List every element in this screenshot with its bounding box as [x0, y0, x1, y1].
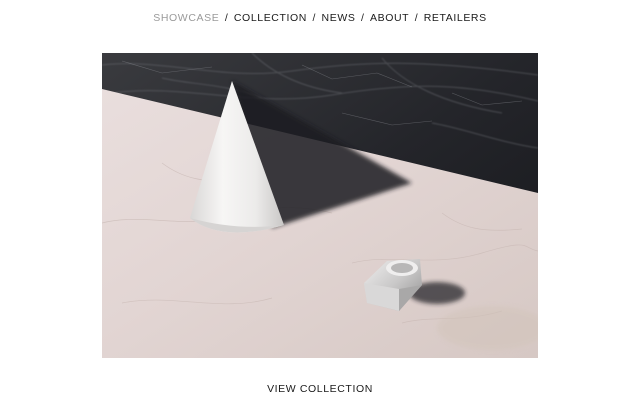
hero-image-link[interactable] — [102, 53, 538, 358]
nav-item-news[interactable]: NEWS — [322, 12, 356, 24]
nav-item-about[interactable]: ABOUT — [370, 12, 409, 24]
cta-container: VIEW COLLECTION — [0, 383, 640, 395]
main-navigation: SHOWCASE / COLLECTION / NEWS / ABOUT / R… — [0, 12, 640, 24]
nav-item-retailers[interactable]: RETAILERS — [424, 12, 487, 24]
hero-photo — [102, 53, 538, 358]
nav-separator: / — [308, 12, 320, 24]
nav-separator: / — [411, 12, 422, 24]
nav-item-showcase[interactable]: SHOWCASE — [153, 12, 219, 24]
nav-item-collection[interactable]: COLLECTION — [234, 12, 307, 24]
nav-separator: / — [221, 12, 232, 24]
nav-separator: / — [357, 12, 369, 24]
view-collection-link[interactable]: VIEW COLLECTION — [267, 383, 373, 395]
